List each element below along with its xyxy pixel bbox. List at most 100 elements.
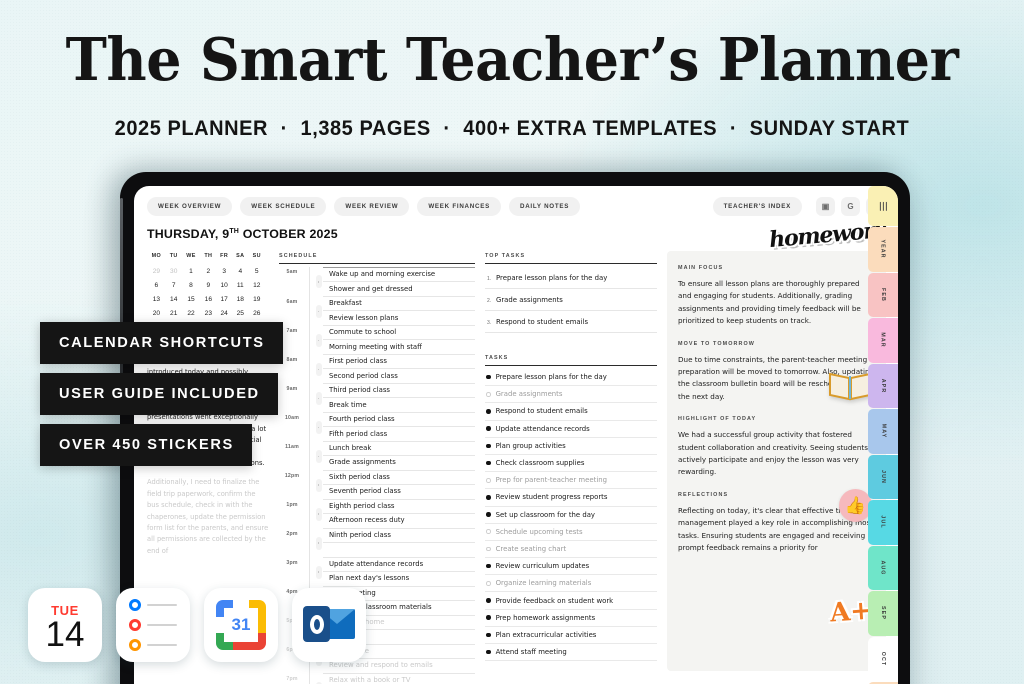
task-row[interactable]: Plan extracurricular activities xyxy=(485,627,657,644)
mini-calendar-day[interactable]: 19 xyxy=(249,292,265,306)
mini-calendar-day[interactable]: 9 xyxy=(200,278,216,292)
schedule-pill[interactable] xyxy=(315,420,322,434)
schedule-pill[interactable] xyxy=(315,362,322,376)
menu-icon[interactable] xyxy=(878,201,889,211)
outlook-icon[interactable]: ▣ xyxy=(816,197,835,216)
tab-daily-notes[interactable]: DAILY NOTES xyxy=(508,197,581,216)
month-tab-sep[interactable]: SEP xyxy=(868,591,898,636)
teachers-index-button[interactable]: TEACHER'S INDEX xyxy=(712,197,802,216)
schedule-entry[interactable]: Morning meeting with staff xyxy=(323,340,475,355)
mini-calendar-day[interactable]: 16 xyxy=(200,292,216,306)
tab-week-schedule[interactable]: WEEK SCHEDULE xyxy=(240,197,327,216)
month-tab-may[interactable]: MAY xyxy=(868,409,898,454)
tab-week-finances[interactable]: WEEK FINANCES xyxy=(417,197,501,216)
task-checkbox-icon[interactable] xyxy=(486,581,491,586)
task-row[interactable]: Set up classroom for the day xyxy=(485,507,657,524)
schedule-pill[interactable] xyxy=(315,304,322,318)
schedule-entry[interactable]: Review lesson plans xyxy=(323,311,475,326)
task-row[interactable]: Provide feedback on student work xyxy=(485,592,657,610)
schedule-slot-toggle[interactable] xyxy=(314,384,323,413)
mini-calendar-day[interactable]: 5 xyxy=(249,264,265,278)
task-checkbox-icon[interactable] xyxy=(486,477,491,483)
task-row[interactable]: Create seating chart xyxy=(485,541,657,559)
schedule-entry[interactable]: Shower and get dressed xyxy=(323,282,475,297)
schedule-entry[interactable]: Breakfast xyxy=(323,297,475,312)
schedule-entry[interactable]: Lunch break xyxy=(323,442,475,457)
task-checkbox-icon[interactable] xyxy=(486,615,491,621)
schedule-pill[interactable] xyxy=(315,333,322,347)
task-row[interactable]: Prepare lesson plans for the day xyxy=(485,369,657,387)
schedule-entry[interactable]: Third period class xyxy=(323,384,475,399)
task-checkbox-icon[interactable] xyxy=(486,529,491,535)
mini-calendar-day[interactable]: 24 xyxy=(216,307,232,321)
task-checkbox-icon[interactable] xyxy=(486,512,491,517)
task-checkbox-icon[interactable] xyxy=(486,598,491,603)
schedule-pill[interactable] xyxy=(315,391,322,405)
schedule-entry[interactable]: Eighth period class xyxy=(323,500,475,515)
mini-calendar-day[interactable]: 6 xyxy=(147,278,166,292)
schedule-entry[interactable]: Grade assignments xyxy=(323,456,475,471)
schedule-entry[interactable]: Ninth period class xyxy=(323,529,475,544)
schedule-pill[interactable] xyxy=(315,565,322,579)
mini-calendar-day[interactable]: 13 xyxy=(147,292,166,306)
month-tab-oct[interactable]: OCT xyxy=(868,636,898,681)
schedule-entry[interactable]: Seventh period class xyxy=(323,485,475,500)
tab-week-overview[interactable]: WEEK OVERVIEW xyxy=(147,197,233,216)
schedule-slot-toggle[interactable] xyxy=(314,413,323,442)
mini-calendar-day[interactable]: 12 xyxy=(249,278,265,292)
schedule-entry[interactable]: Wake up and morning exercise xyxy=(323,267,475,283)
task-checkbox-icon[interactable] xyxy=(486,426,491,431)
schedule-pill[interactable] xyxy=(315,507,322,521)
schedule-pill[interactable] xyxy=(315,275,322,289)
mini-calendar-day[interactable]: 7 xyxy=(166,278,182,292)
microsoft-outlook-icon[interactable] xyxy=(292,588,366,662)
mini-calendar-day[interactable]: 8 xyxy=(182,278,201,292)
schedule-entry[interactable]: Plan next day's lessons xyxy=(323,572,475,587)
task-row[interactable]: Schedule upcoming tests xyxy=(485,524,657,541)
mini-calendar-day[interactable]: 22 xyxy=(182,307,201,321)
schedule-slot-toggle[interactable] xyxy=(314,500,323,529)
task-row[interactable]: Check classroom supplies xyxy=(485,455,657,473)
mini-calendar-day[interactable]: 2 xyxy=(200,264,216,278)
task-row[interactable]: Grade assignments xyxy=(485,386,657,404)
task-row[interactable]: Plan group activities xyxy=(485,438,657,455)
schedule-entry[interactable] xyxy=(323,543,475,558)
mini-calendar-day[interactable]: 25 xyxy=(232,307,248,321)
schedule-entry[interactable]: Fifth period class xyxy=(323,427,475,442)
mini-calendar-day[interactable]: 10 xyxy=(216,278,232,292)
mini-calendar-day[interactable]: 23 xyxy=(200,307,216,321)
mini-calendar-day[interactable]: 3 xyxy=(216,264,232,278)
schedule-pill[interactable] xyxy=(315,536,322,550)
schedule-pill[interactable] xyxy=(315,478,322,492)
mini-calendar-day[interactable]: 11 xyxy=(232,278,248,292)
schedule-slot-toggle[interactable] xyxy=(314,326,323,355)
task-checkbox-icon[interactable] xyxy=(486,632,491,638)
top-task-row[interactable]: 3. Respond to student emails xyxy=(485,311,657,333)
apple-reminders-icon[interactable] xyxy=(116,588,190,662)
task-checkbox-icon[interactable] xyxy=(486,563,491,569)
schedule-slot-toggle[interactable] xyxy=(314,674,323,684)
top-task-row[interactable]: 1. Prepare lesson plans for the day xyxy=(485,267,657,289)
google-icon[interactable]: G xyxy=(841,197,860,216)
mini-calendar-day[interactable]: 1 xyxy=(182,264,201,278)
task-checkbox-icon[interactable] xyxy=(486,374,491,380)
task-checkbox-icon[interactable] xyxy=(486,546,491,552)
task-checkbox-icon[interactable] xyxy=(486,443,491,449)
schedule-entry[interactable]: Relax with a book or TV xyxy=(323,674,475,684)
task-row[interactable]: Organize learning materials xyxy=(485,575,657,593)
schedule-slot-toggle[interactable] xyxy=(314,297,323,326)
main-focus-text[interactable]: To ensure all lesson plans are thoroughl… xyxy=(678,278,875,328)
mini-calendar-day[interactable]: 20 xyxy=(147,307,166,321)
mini-calendar-day[interactable]: 21 xyxy=(166,307,182,321)
mini-calendar-day[interactable]: 15 xyxy=(182,292,201,306)
schedule-slot-toggle[interactable] xyxy=(314,355,323,384)
mini-calendar-day[interactable]: 29 xyxy=(147,264,166,278)
schedule-slot-toggle[interactable] xyxy=(314,471,323,500)
task-checkbox-icon[interactable] xyxy=(486,460,491,466)
schedule-entry[interactable]: Second period class xyxy=(323,369,475,384)
task-row[interactable]: Update attendance records xyxy=(485,421,657,438)
schedule-entry[interactable]: Sixth period class xyxy=(323,471,475,486)
schedule-slot-toggle[interactable] xyxy=(314,267,323,297)
month-tab-year[interactable]: YEAR xyxy=(868,227,898,272)
tab-week-review[interactable]: WEEK REVIEW xyxy=(334,197,410,216)
